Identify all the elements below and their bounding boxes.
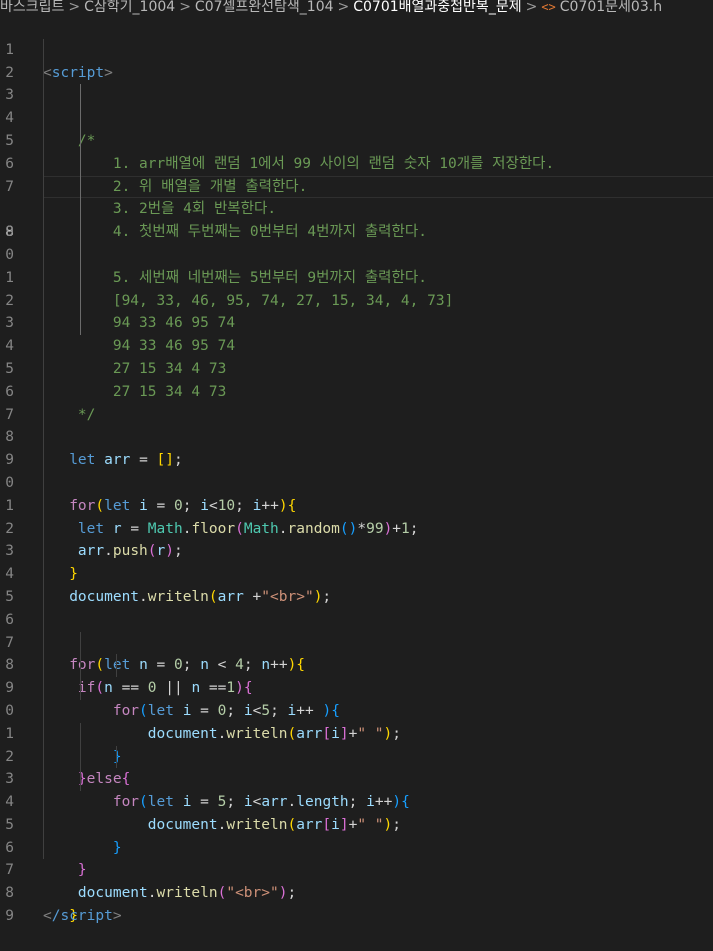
code-line[interactable]: 3 27 15 34 4 73 — [0, 289, 713, 377]
chevron-right-icon: > — [179, 0, 191, 15]
code-line[interactable]: 8 </script> — [0, 859, 713, 924]
code-line[interactable]: 0 let r = Math.floor(Math.random()*99)+1… — [0, 449, 713, 537]
breadcrumb-item[interactable]: C0701배열과중첩반복_문제 — [353, 0, 521, 15]
code-line[interactable]: 4 27 15 34 4 73 — [0, 312, 713, 400]
code-line[interactable]: 1 <script> — [0, 16, 713, 81]
code-line[interactable]: 1 94 33 46 95 74 — [0, 243, 713, 331]
code-line[interactable]: 7 if(n == 0 || n ==1){ — [0, 608, 713, 696]
code-line[interactable]: 6 3. 2번을 4회 반복한다. — [0, 129, 713, 217]
code-line[interactable]: 5 — [0, 563, 713, 605]
code-editor[interactable]: 바스크립트 > C삼학기_1004 > C07셀프완선탐색_104 > C0701배열과중첩… — [0, 0, 713, 951]
breadcrumb-item[interactable]: C07셀프완선탐색_104 — [195, 0, 334, 15]
breadcrumb-item[interactable]: C삼학기_1004 — [84, 0, 175, 15]
code-line[interactable]: 2 — [0, 38, 713, 81]
code-line[interactable]: 3 document.writeln(arr[i]+" "); — [0, 745, 713, 833]
code-line[interactable]: 6 for(let n = 0; n < 4; n++){ — [0, 585, 713, 673]
code-line[interactable]: 4 1. arr배열에 랜덤 1에서 99 사이의 랜덤 숫자 10개를 저장한… — [0, 84, 713, 172]
code-line[interactable]: 0 } — [0, 677, 713, 765]
chevron-right-icon: > — [68, 0, 81, 15]
code-lines: 1 <script> 2 3 /* 4 1. arr배열에 랜덤 1에서 99 … — [0, 16, 713, 924]
code-line[interactable]: 9 — [0, 882, 713, 924]
code-line[interactable]: 7 4. 첫번째 두번째는 0번부터 4번까지 출력한다. — [0, 152, 713, 240]
code-line[interactable]: 8 — [0, 403, 713, 445]
code-line[interactable]: 8 for(let i = 0; i<5; i++ ){ — [0, 631, 713, 719]
code-line[interactable]: 7 let arr = []; — [0, 380, 713, 468]
code-line[interactable]: 2 94 33 46 95 74 — [0, 266, 713, 354]
code-line[interactable]: 2 for(let i = 5; i<arr.length; i++){ — [0, 722, 713, 810]
code-line[interactable]: 0 [94, 33, 46, 95, 74, 27, 15, 34, 4, 73… — [0, 221, 713, 309]
code-line[interactable]: 9 for(let i = 0; i<10; i++){ — [0, 426, 713, 514]
code-line[interactable]: 5 } — [0, 791, 713, 878]
code-line[interactable]: 3 /* — [0, 61, 713, 149]
code-line[interactable]: 1 arr.push(r); — [0, 471, 713, 559]
code-line[interactable]: 6 — [0, 357, 713, 400]
code-line[interactable]: 1 }else{ — [0, 699, 713, 787]
code-line[interactable]: 5 */ — [0, 335, 713, 423]
breadcrumb-item[interactable]: 바스크립트 — [0, 0, 64, 15]
code-line[interactable]: 7 } — [0, 836, 713, 924]
code-line[interactable]: 9 document.writeln(arr[i]+" "); — [0, 654, 713, 742]
current-line-highlight — [44, 175, 713, 199]
breadcrumb-item-file[interactable]: C0701문세03.h — [560, 0, 662, 15]
html-file-icon: <> — [541, 0, 556, 14]
code-line-current[interactable]: 8 5. 세번째 네번째는 5번부터 9번까지 출력한다. — [0, 175, 713, 286]
code-line[interactable]: 6 document.writeln("<br>"); — [0, 813, 713, 901]
code-line[interactable]: 9 — [0, 198, 713, 240]
script-close-tag: /script — [51, 908, 113, 925]
chevron-right-icon: > — [337, 0, 350, 15]
code-line[interactable]: 4 — [0, 540, 713, 582]
line-number: 9 — [5, 908, 14, 925]
code-line[interactable]: 5 2. 위 배열을 개별 출력한다. — [0, 107, 713, 195]
code-line[interactable]: 4 } — [0, 768, 713, 856]
chevron-right-icon: > — [525, 0, 538, 15]
code-line[interactable]: 2 } — [0, 494, 713, 582]
code-line[interactable]: 3 document.writeln(arr +"<br>"); — [0, 517, 713, 605]
